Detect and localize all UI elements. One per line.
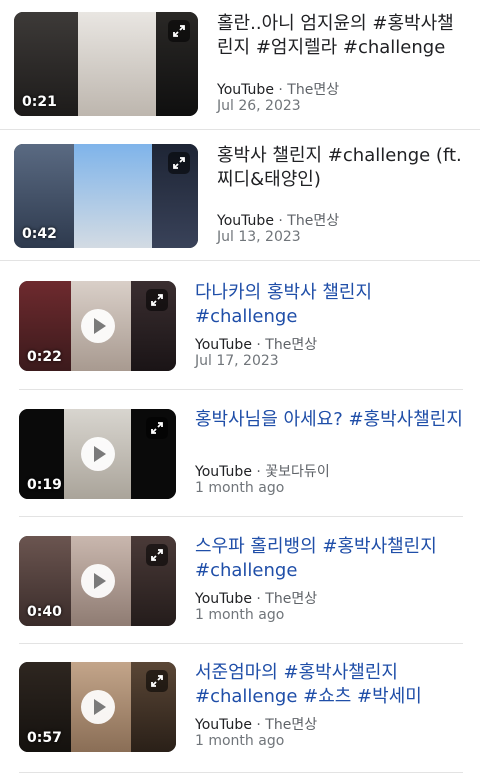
- expand-icon[interactable]: [146, 289, 168, 311]
- source-separator: ·: [251, 464, 266, 480]
- channel-name: 꽃보다듀이: [265, 464, 330, 480]
- source-name: YouTube: [195, 464, 252, 480]
- expand-icon[interactable]: [146, 544, 168, 566]
- channel-name: The면상: [287, 213, 340, 229]
- video-duration: 0:21: [22, 94, 57, 110]
- source-separator: ·: [251, 591, 266, 607]
- video-thumbnail[interactable]: 0:40: [19, 536, 176, 626]
- expand-icon[interactable]: [168, 20, 190, 42]
- video-title[interactable]: 홀란..아니 엄지윤의 #홍박사챌린지 #엄지렐라 #challenge: [217, 12, 467, 60]
- video-duration: 0:42: [22, 226, 57, 242]
- video-source: YouTube · The면상: [195, 334, 317, 354]
- video-title[interactable]: 홍박사님을 아세요? #홍박사챌린지: [195, 408, 470, 432]
- source-separator: ·: [273, 213, 288, 229]
- video-result[interactable]: 0:40 스우파 홀리뱅의 #홍박사챌린지 #challenge YouTube…: [0, 516, 480, 644]
- video-source: YouTube · The면상: [217, 210, 339, 230]
- video-thumbnail[interactable]: 0:19: [19, 409, 176, 499]
- channel-name: The면상: [287, 82, 340, 98]
- channel-name: The면상: [265, 337, 318, 353]
- video-title[interactable]: 다나카의 홍박사 챌린지 #challenge: [195, 281, 465, 329]
- video-date: Jul 13, 2023: [217, 229, 301, 245]
- video-duration: 0:40: [27, 604, 62, 620]
- video-duration: 0:19: [27, 477, 62, 493]
- video-thumbnail[interactable]: 0:57: [19, 662, 176, 752]
- video-source: YouTube · 꽃보다듀이: [195, 461, 330, 481]
- play-icon[interactable]: [80, 437, 115, 471]
- source-separator: ·: [251, 717, 266, 733]
- video-source: YouTube · The면상: [217, 79, 339, 99]
- source-name: YouTube: [195, 337, 252, 353]
- video-title[interactable]: 스우파 홀리뱅의 #홍박사챌린지 #challenge: [195, 535, 465, 583]
- video-result[interactable]: 0:42 홍박사 챌린지 #challenge (ft. 찌디&태양인) You…: [0, 130, 480, 261]
- channel-name: The면상: [265, 717, 318, 733]
- source-separator: ·: [251, 337, 266, 353]
- play-icon[interactable]: [80, 690, 115, 724]
- source-separator: ·: [273, 82, 288, 98]
- source-name: YouTube: [195, 591, 252, 607]
- channel-name: The면상: [265, 591, 318, 607]
- video-result[interactable]: 0:22 다나카의 홍박사 챌린지 #challenge YouTube · T…: [0, 261, 480, 390]
- video-thumbnail[interactable]: 0:21: [14, 12, 198, 116]
- divider: [19, 772, 463, 773]
- video-result[interactable]: 0:21 홀란..아니 엄지윤의 #홍박사챌린지 #엄지렐라 #challeng…: [0, 0, 480, 130]
- video-source: YouTube · The면상: [195, 588, 317, 608]
- video-title[interactable]: 홍박사 챌린지 #challenge (ft. 찌디&태양인): [217, 144, 472, 192]
- video-duration: 0:57: [27, 730, 62, 746]
- source-name: YouTube: [217, 213, 274, 229]
- play-icon[interactable]: [80, 564, 115, 598]
- source-name: YouTube: [217, 82, 274, 98]
- video-thumbnail[interactable]: 0:42: [14, 144, 198, 248]
- video-title[interactable]: 서준엄마의 #홍박사챌린지 #challenge #쇼츠 #박세미: [195, 661, 465, 709]
- video-date: 1 month ago: [195, 607, 285, 623]
- source-name: YouTube: [195, 717, 252, 733]
- expand-icon[interactable]: [146, 670, 168, 692]
- video-result[interactable]: 0:57 서준엄마의 #홍박사챌린지 #challenge #쇼츠 #박세미 Y…: [0, 643, 480, 774]
- video-date: Jul 26, 2023: [217, 98, 301, 114]
- video-result[interactable]: 0:19 홍박사님을 아세요? #홍박사챌린지 YouTube · 꽃보다듀이 …: [0, 389, 480, 517]
- play-icon[interactable]: [80, 309, 115, 343]
- video-date: Jul 17, 2023: [195, 353, 279, 369]
- expand-icon[interactable]: [146, 417, 168, 439]
- video-date: 1 month ago: [195, 480, 285, 496]
- video-source: YouTube · The면상: [195, 714, 317, 734]
- video-date: 1 month ago: [195, 733, 285, 749]
- video-duration: 0:22: [27, 349, 62, 365]
- expand-icon[interactable]: [168, 152, 190, 174]
- video-thumbnail[interactable]: 0:22: [19, 281, 176, 371]
